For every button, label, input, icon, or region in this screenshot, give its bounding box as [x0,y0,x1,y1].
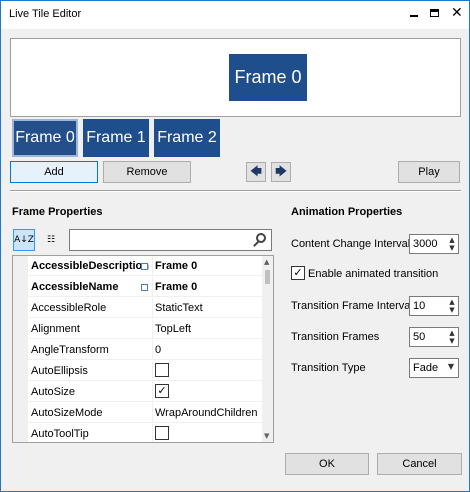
property-checkbox[interactable] [155,426,169,440]
enable-animated-transition-checkbox[interactable]: ✓ [291,266,305,280]
preview-tile: Frame 0 [229,54,307,101]
property-name: AutoSizeMode [31,407,103,419]
sort-alphabetical-icon[interactable]: A↓Z [13,229,35,251]
localized-property-marker-icon [141,284,148,291]
window-title: Live Tile Editor [9,8,82,20]
property-row[interactable]: AccessibleRole StaticText [28,298,264,318]
spin-arrows-icon[interactable]: ▲ ▼ [447,236,457,252]
maximize-icon [430,9,439,17]
minimize-button[interactable] [405,5,423,23]
content-change-interval-label: Content Change Interval [291,238,411,250]
title-bar[interactable]: Live Tile Editor ✕ [1,1,469,29]
frame-thumbnail-1[interactable]: Frame 1 [83,119,149,157]
animation-properties-title: Animation Properties [291,206,403,218]
chevron-down-icon[interactable]: ▼ [448,362,454,371]
property-value[interactable]: Frame 0 [155,277,263,297]
scroll-down-icon[interactable]: ▼ [264,432,269,440]
content-change-interval-value: 3000 [413,238,438,250]
scroll-up-icon[interactable]: ▲ [264,258,269,266]
property-value[interactable]: StaticText [155,298,263,318]
property-row[interactable]: AccessibleName Frame 0 [28,277,264,297]
transition-type-select[interactable]: Fade ▼ [409,358,459,378]
cancel-button[interactable]: Cancel [377,453,462,475]
property-name: AngleTransform [31,344,109,356]
frame-thumbnail-0[interactable]: Frame 0 [12,119,78,157]
property-value[interactable]: WrapAroundChildren [155,403,263,423]
property-row[interactable]: AccessibleDescription Frame 0 [28,256,264,276]
play-button[interactable]: Play [398,161,460,183]
property-value[interactable]: TopLeft [155,319,263,339]
property-row[interactable]: AutoSizeMode WrapAroundChildren [28,403,264,423]
ok-button[interactable]: OK [285,453,369,475]
property-row[interactable]: AutoSize ✓ [28,382,264,402]
move-frame-right-button[interactable]: 🡆 [271,162,291,182]
spin-arrows-icon[interactable]: ▲ ▼ [447,329,457,345]
transition-type-value: Fade [413,362,439,374]
move-frame-left-button[interactable]: 🡄 [246,162,266,182]
localized-property-marker-icon [141,263,148,270]
property-name: AutoEllipsis [31,365,88,377]
content-change-interval-stepper[interactable]: 3000 ▲ ▼ [409,234,459,254]
property-name: Alignment [31,323,80,335]
scroll-thumb[interactable] [265,270,270,284]
property-grid-toolbar: A↓Z ☷ [12,226,275,254]
transition-frames-label: Transition Frames [291,331,380,343]
tile-preview-panel: Frame 0 [10,38,461,117]
property-value[interactable]: Frame 0 [155,256,263,276]
property-checkbox[interactable] [155,363,169,377]
property-value[interactable]: 0 [155,340,263,360]
transition-frame-interval-stepper[interactable]: 10 ▲ ▼ [409,296,459,316]
arrow-left-icon: 🡄 [250,164,262,178]
categorized-view-icon[interactable]: ☷ [40,229,62,251]
property-name: AccessibleName [31,281,119,293]
close-button[interactable]: ✕ [448,5,466,23]
live-tile-editor-window: Live Tile Editor ✕ Frame 0 Frame 0 Frame… [0,0,470,492]
property-row[interactable]: AutoToolTip [28,424,264,442]
transition-frames-stepper[interactable]: 50 ▲ ▼ [409,327,459,347]
property-grid-margin [13,256,28,442]
frame-thumbnail-strip: Frame 0 Frame 1 Frame 2 [10,117,461,157]
property-grid: AccessibleDescription Frame 0 Accessible… [12,255,274,443]
property-name: AutoToolTip [31,428,89,440]
property-name: AccessibleDescription [31,260,149,272]
transition-type-label: Transition Type [291,362,366,374]
transition-frames-value: 50 [413,331,426,343]
property-name: AutoSize [31,386,76,398]
minimize-icon [410,15,418,17]
property-row[interactable]: AngleTransform 0 [28,340,264,360]
close-icon: ✕ [451,5,463,21]
add-frame-button[interactable]: Add [10,161,98,183]
property-search-input[interactable] [69,229,272,251]
property-checkbox[interactable]: ✓ [155,384,169,398]
frame-properties-title: Frame Properties [12,206,103,218]
arrow-right-icon: 🡆 [275,164,287,178]
property-row[interactable]: AutoEllipsis [28,361,264,381]
property-grid-scrollbar[interactable]: ▲ ▼ [262,256,273,442]
property-name: AccessibleRole [31,302,107,314]
transition-frame-interval-value: 10 [413,300,426,312]
frame-thumbnail-2[interactable]: Frame 2 [154,119,220,157]
remove-frame-button[interactable]: Remove [103,161,191,183]
enable-animated-transition-label: Enable animated transition [308,268,439,280]
spin-arrows-icon[interactable]: ▲ ▼ [447,298,457,314]
search-icon[interactable] [253,233,267,247]
maximize-button[interactable] [426,5,444,23]
transition-frame-interval-label: Transition Frame Interval [291,300,413,312]
property-row[interactable]: Alignment TopLeft [28,319,264,339]
separator [10,190,461,192]
